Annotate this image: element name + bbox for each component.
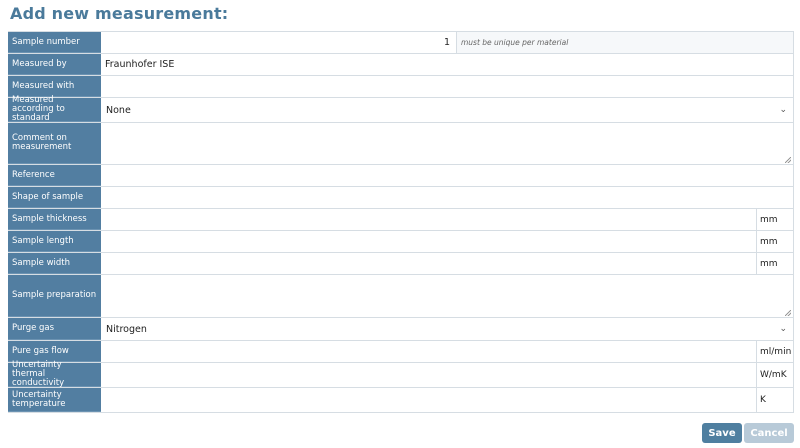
save-button[interactable]: Save: [702, 423, 742, 443]
row-gas-flow: Pure gas flow ml/min: [8, 341, 794, 363]
measured-with-input[interactable]: [101, 76, 793, 97]
label-purge-gas: Purge gas: [8, 318, 101, 340]
label-thickness: Sample thickness: [8, 209, 101, 230]
row-length: Sample length mm: [8, 231, 794, 253]
label-measured-by: Measured by: [8, 54, 101, 75]
thickness-unit: mm: [756, 209, 793, 230]
measured-by-input[interactable]: [101, 54, 793, 75]
cancel-button[interactable]: Cancel: [744, 423, 794, 443]
row-uncertainty-tc: Uncertainty thermal conductivity W/mK: [8, 361, 794, 388]
row-reference: Reference: [8, 165, 794, 187]
standard-selected-value: None: [106, 104, 131, 116]
chevron-down-icon: ⌄: [779, 324, 787, 334]
label-gas-flow: Pure gas flow: [8, 341, 101, 362]
length-unit: mm: [756, 231, 793, 252]
label-uncertainty-temp: Uncertainty temperature: [8, 388, 101, 412]
uncertainty-tc-unit: W/mK: [756, 363, 793, 387]
resize-grip-icon[interactable]: [785, 310, 791, 316]
label-preparation: Sample preparation: [8, 275, 101, 317]
row-thickness: Sample thickness mm: [8, 209, 794, 231]
resize-grip-icon[interactable]: [785, 157, 791, 163]
row-comment: Comment on measurement: [8, 123, 794, 165]
label-shape: Shape of sample: [8, 187, 101, 208]
label-sample-number: Sample number: [8, 32, 101, 53]
purge-gas-select[interactable]: Nitrogen ⌄: [101, 318, 793, 340]
label-reference: Reference: [8, 165, 101, 186]
uncertainty-temp-unit: K: [756, 388, 793, 412]
standard-select[interactable]: None ⌄: [101, 98, 793, 122]
reference-input[interactable]: [101, 165, 793, 186]
row-width: Sample width mm: [8, 253, 794, 275]
label-uncertainty-tc: Uncertainty thermal conductivity: [8, 361, 101, 388]
label-comment: Comment on measurement: [8, 123, 101, 164]
purge-gas-selected-value: Nitrogen: [106, 323, 147, 335]
width-unit: mm: [756, 253, 793, 274]
label-length: Sample length: [8, 231, 101, 252]
row-sample-number: Sample number must be unique per materia…: [8, 32, 794, 54]
sample-number-hint: must be unique per material: [457, 32, 793, 53]
uncertainty-temp-input[interactable]: [101, 388, 756, 412]
gas-flow-unit: ml/min: [756, 341, 793, 362]
row-measured-with: Measured with: [8, 76, 794, 98]
chevron-down-icon: ⌄: [779, 105, 787, 115]
measurement-form: Sample number must be unique per materia…: [8, 31, 794, 413]
page-title: Add new measurement:: [10, 4, 229, 23]
row-uncertainty-temp: Uncertainty temperature K: [8, 388, 794, 413]
length-input[interactable]: [101, 231, 756, 252]
row-preparation: Sample preparation: [8, 275, 794, 318]
uncertainty-tc-input[interactable]: [101, 363, 756, 387]
row-purge-gas: Purge gas Nitrogen ⌄: [8, 318, 794, 341]
thickness-input[interactable]: [101, 209, 756, 230]
label-width: Sample width: [8, 253, 101, 274]
width-input[interactable]: [101, 253, 756, 274]
row-standard: Measured according to standard None ⌄: [8, 96, 794, 123]
label-standard: Measured according to standard: [8, 96, 101, 123]
comment-textarea[interactable]: [101, 123, 793, 164]
preparation-textarea[interactable]: [101, 275, 793, 317]
row-measured-by: Measured by: [8, 54, 794, 76]
shape-input[interactable]: [101, 187, 793, 208]
row-shape: Shape of sample: [8, 187, 794, 209]
gas-flow-input[interactable]: [101, 341, 756, 362]
sample-number-input[interactable]: [101, 32, 457, 53]
label-measured-with: Measured with: [8, 76, 101, 97]
